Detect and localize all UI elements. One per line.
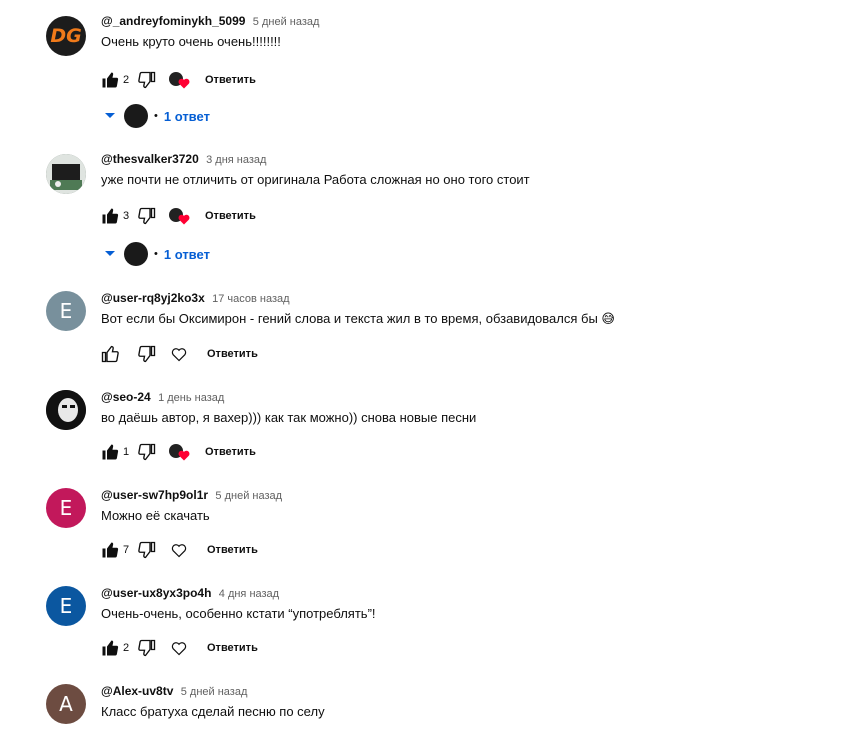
comment-header: @user-rq8yj2ko3x 17 часов назад [101, 291, 290, 305]
separator-dot: • [154, 110, 158, 122]
author-name[interactable]: @seo-24 [101, 390, 151, 404]
comment-header: @user-ux8yx3po4h 4 дня назад [101, 586, 279, 600]
comment-time[interactable]: 4 дня назад [219, 588, 279, 600]
comment-header: @user-sw7hp9ol1r 5 дней назад [101, 488, 282, 502]
comment-header: @thesvalker3720 3 дня назад [101, 152, 266, 166]
thumb-down-icon[interactable] [137, 70, 157, 90]
thumb-down-icon[interactable] [137, 442, 157, 462]
comment-time[interactable]: 5 дней назад [253, 16, 320, 28]
heart-icon [178, 214, 190, 225]
avatar[interactable]: DG [46, 16, 86, 56]
comment-text: Класс братуха сделай песню по селу [101, 704, 325, 719]
heart-icon [178, 78, 190, 89]
comment-time[interactable]: 1 день назад [158, 392, 224, 404]
reply-avatar [124, 104, 148, 128]
comment-actions: 3 Ответить [100, 206, 256, 226]
thumb-down-icon[interactable] [137, 638, 157, 658]
thumb-up-icon[interactable] [100, 70, 120, 90]
avatar[interactable]: E [46, 291, 86, 331]
thumb-up-icon[interactable] [100, 344, 120, 364]
reply-button[interactable]: Ответить [205, 210, 256, 222]
like-count: 2 [123, 74, 130, 86]
heart-icon[interactable] [169, 540, 189, 560]
avatar[interactable] [46, 390, 86, 430]
creator-heart [169, 70, 191, 90]
comment-header: @seo-24 1 день назад [101, 390, 224, 404]
comment-actions: 7 Ответить [100, 540, 258, 560]
comment-time[interactable]: 17 часов назад [212, 293, 289, 305]
thumb-down-icon[interactable] [137, 206, 157, 226]
comment-time[interactable]: 5 дней назад [215, 490, 282, 502]
avatar-letter: E [59, 299, 73, 323]
like-count: 7 [123, 544, 130, 556]
comment-actions: 2 Ответить [100, 70, 256, 90]
like-count: 2 [123, 642, 130, 654]
creator-heart [169, 442, 191, 462]
separator-dot: • [154, 248, 158, 260]
avatar-letter: E [59, 594, 73, 618]
author-name[interactable]: @user-rq8yj2ko3x [101, 291, 205, 305]
comment-time[interactable]: 5 дней назад [181, 686, 248, 698]
comment-time[interactable]: 3 дня назад [206, 154, 266, 166]
creator-heart [169, 206, 191, 226]
avatar-letter: E [59, 496, 73, 520]
like-count: 3 [123, 210, 130, 222]
replies-toggle[interactable]: • 1 ответ [104, 104, 210, 128]
comment-text: Можно её скачать [101, 508, 210, 523]
thumb-down-icon[interactable] [137, 540, 157, 560]
comment-text: Вот если бы Оксимирон - гений слова и те… [101, 311, 615, 326]
comment-actions: 1 Ответить [100, 442, 256, 462]
reply-button[interactable]: Ответить [207, 642, 258, 654]
author-name[interactable]: @thesvalker3720 [101, 152, 199, 166]
comment-actions: 2 Ответить [100, 638, 258, 658]
heart-icon [178, 450, 190, 461]
reply-avatar [124, 242, 148, 266]
reply-count: 1 ответ [163, 108, 210, 124]
avatar[interactable]: E [46, 488, 86, 528]
comment-text: Очень круто очень очень!!!!!!!! [101, 34, 281, 49]
reply-button[interactable]: Ответить [205, 446, 256, 458]
comment-text: уже почти не отличить от оригинала Работ… [101, 172, 530, 187]
comment-text: во даёшь автор, я вахер))) как так можно… [101, 410, 477, 425]
avatar-photo [46, 390, 86, 430]
avatar-letter: A [59, 692, 73, 716]
thumb-up-icon[interactable] [100, 206, 120, 226]
avatar-photo [46, 154, 86, 194]
heart-icon[interactable] [169, 638, 189, 658]
author-name[interactable]: @user-ux8yx3po4h [101, 586, 211, 600]
comment-text: Очень-очень, особенно кстати “употреблят… [101, 606, 376, 621]
thumb-down-icon[interactable] [137, 344, 157, 364]
author-name[interactable]: @Alex-uv8tv [101, 684, 173, 698]
comment-header: @Alex-uv8tv 5 дней назад [101, 684, 247, 698]
chevron-down-icon [105, 251, 115, 256]
thumb-up-icon[interactable] [100, 540, 120, 560]
comment-header: @_andreyfominykh_5099 5 дней назад [101, 14, 319, 28]
thumb-up-icon[interactable] [100, 442, 120, 462]
reply-button[interactable]: Ответить [205, 74, 256, 86]
replies-toggle[interactable]: • 1 ответ [104, 242, 210, 266]
chevron-down-icon [105, 113, 115, 118]
reply-count: 1 ответ [163, 246, 210, 262]
comment-actions: Ответить [100, 344, 258, 364]
reply-button[interactable]: Ответить [207, 348, 258, 360]
like-count: 1 [123, 446, 130, 458]
avatar[interactable]: E [46, 586, 86, 626]
avatar[interactable]: A [46, 684, 86, 724]
author-name[interactable]: @_andreyfominykh_5099 [101, 14, 245, 28]
reply-button[interactable]: Ответить [207, 544, 258, 556]
heart-icon[interactable] [169, 344, 189, 364]
avatar[interactable] [46, 154, 86, 194]
author-name[interactable]: @user-sw7hp9ol1r [101, 488, 208, 502]
thumb-up-icon[interactable] [100, 638, 120, 658]
avatar-logo: DG [50, 25, 82, 47]
